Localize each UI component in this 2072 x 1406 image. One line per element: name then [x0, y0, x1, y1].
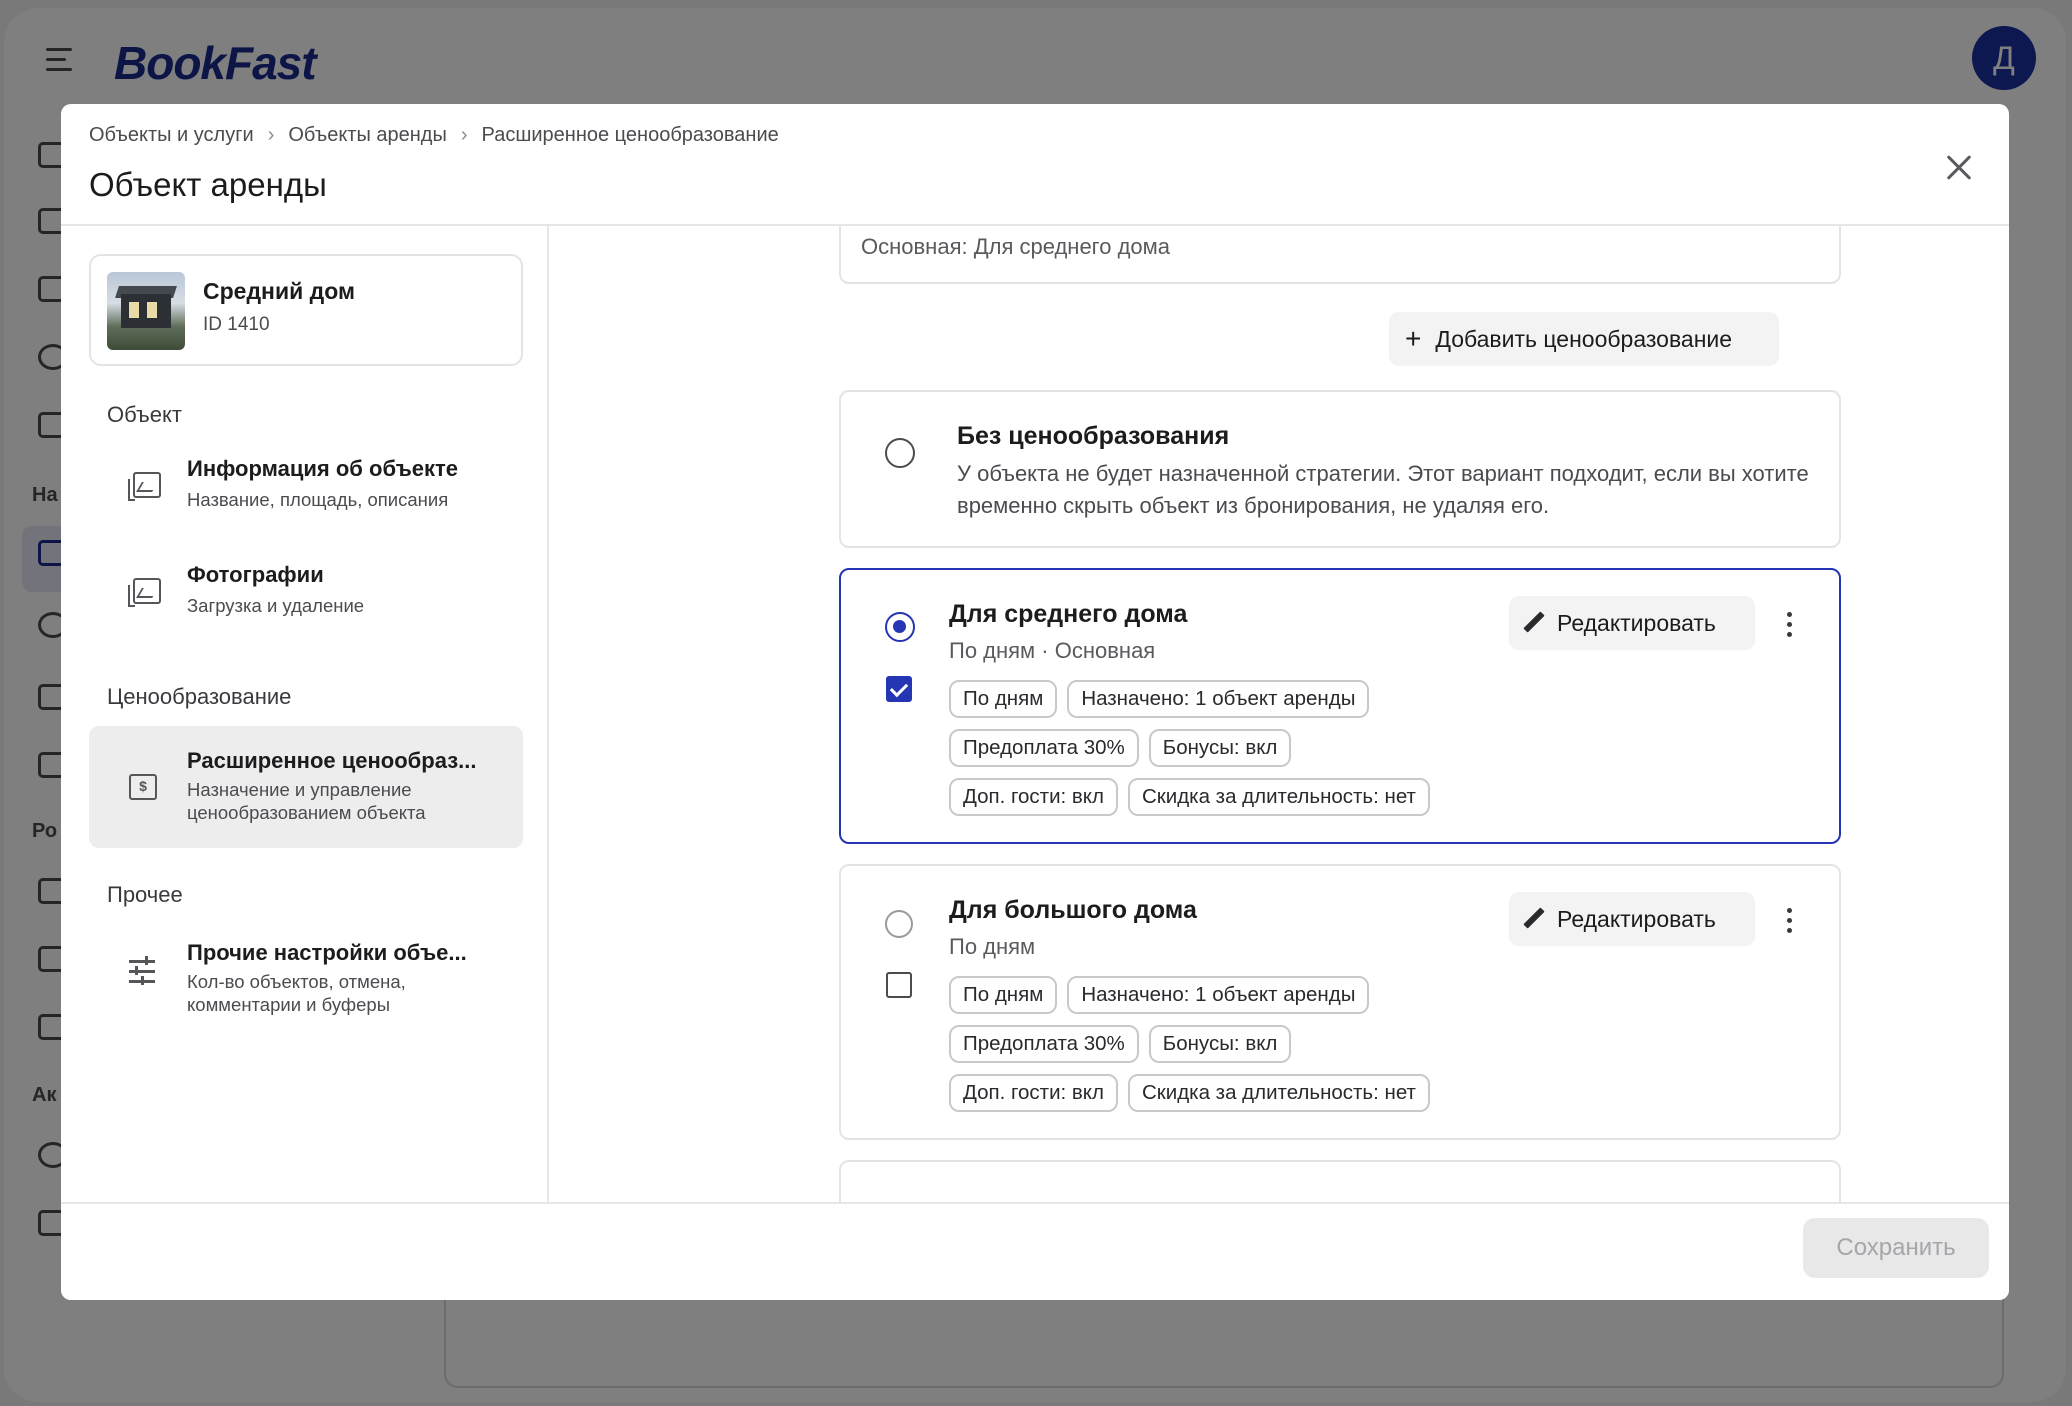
- pricing-option-title: Без ценообразования: [957, 422, 1230, 450]
- tag-row: Доп. гости: вкл Скидка за длительность: …: [949, 1074, 1430, 1112]
- edit-label: Редактировать: [1557, 609, 1716, 636]
- tag-row: Предоплата 30% Бонусы: вкл: [949, 729, 1292, 767]
- tag: Назначено: 1 объект аренды: [1067, 680, 1370, 718]
- modal-footer: Сохранить: [61, 1202, 2009, 1300]
- radio-no-pricing[interactable]: [885, 438, 915, 468]
- breadcrumb: Объекты и услуги › Объекты аренды › Расш…: [89, 124, 779, 147]
- nav-item-object-info[interactable]: Информация об объекте Название, площадь,…: [89, 438, 523, 530]
- pricing-card-subtitle: По дням: [949, 934, 1036, 959]
- pricing-card-title: Для большого дома: [949, 896, 1197, 924]
- pricing-option-description: У объекта не будет назначенной стратегии…: [957, 461, 1809, 518]
- plus-icon: +: [1405, 323, 1422, 354]
- pricing-content: Основная: Для среднего дома + Добавить ц…: [551, 226, 2009, 1202]
- nav-item-advanced-pricing[interactable]: $ Расширенное ценообраз... Назначение и …: [89, 726, 523, 848]
- radio-pricing-medium-house[interactable]: [885, 612, 915, 642]
- tag: Доп. гости: вкл: [949, 1074, 1118, 1112]
- checkbox-assign-medium-house[interactable]: [886, 676, 912, 702]
- nav-item-other-settings[interactable]: Прочие настройки объе... Кол-во объектов…: [89, 920, 523, 1036]
- tag-row: По дням Назначено: 1 объект аренды: [949, 680, 1370, 718]
- tag: Предоплата 30%: [949, 729, 1139, 767]
- nav-item-photos[interactable]: Фотографии Загрузка и удаление: [89, 544, 523, 636]
- nav-item-subtitle: Назначение и управление ценообразованием…: [187, 779, 426, 823]
- more-vertical-icon[interactable]: [1787, 908, 1793, 938]
- add-pricing-button[interactable]: + Добавить ценообразование: [1389, 312, 1779, 366]
- more-vertical-icon[interactable]: [1787, 612, 1793, 642]
- tag: Доп. гости: вкл: [949, 778, 1118, 816]
- nav-item-title: Информация об объекте: [187, 456, 459, 481]
- edit-pricing-button[interactable]: Редактировать: [1509, 892, 1755, 946]
- pricing-card-subtitle: По дням · Основная: [949, 638, 1156, 663]
- modal-title: Объект аренды: [89, 166, 327, 203]
- nav-item-title: Фотографии: [187, 562, 324, 587]
- pencil-icon: [1523, 612, 1545, 634]
- pricing-card-medium-house[interactable]: Для среднего дома По дням · Основная Ред…: [839, 568, 1841, 844]
- section-title-object: Объект: [107, 402, 182, 427]
- edit-pricing-button[interactable]: Редактировать: [1509, 596, 1755, 650]
- nav-item-title: Расширенное ценообраз...: [187, 748, 477, 773]
- pricing-card-partial[interactable]: [839, 1160, 1841, 1202]
- modal-sidebar: Средний дом ID 1410 Объект Информация об…: [61, 226, 549, 1202]
- main-pricing-field[interactable]: Основная: Для среднего дома: [839, 226, 1841, 284]
- pricing-card-title: Для среднего дома: [949, 600, 1188, 628]
- breadcrumb-item[interactable]: Объекты аренды: [288, 124, 447, 147]
- nav-item-subtitle: Загрузка и удаление: [187, 595, 365, 616]
- chevron-right-icon: ›: [460, 124, 468, 146]
- tag: Назначено: 1 объект аренды: [1067, 976, 1370, 1014]
- nav-item-title: Прочие настройки объе...: [187, 940, 467, 965]
- price-tag-icon: $: [129, 774, 157, 800]
- tag: Предоплата 30%: [949, 1025, 1139, 1063]
- edit-label: Редактировать: [1557, 905, 1716, 932]
- save-button[interactable]: Сохранить: [1803, 1218, 1989, 1278]
- tag: Скидка за длительность: нет: [1127, 1074, 1430, 1112]
- object-summary-card: Средний дом ID 1410: [89, 254, 523, 366]
- object-id: ID 1410: [203, 314, 270, 335]
- pricing-option-none[interactable]: Без ценообразования У объекта не будет н…: [839, 390, 1841, 548]
- tag-row: Доп. гости: вкл Скидка за длительность: …: [949, 778, 1430, 816]
- radio-pricing-large-house[interactable]: [885, 910, 913, 938]
- tag: Бонусы: вкл: [1148, 729, 1292, 767]
- nav-item-subtitle: Название, площадь, описания: [187, 489, 449, 510]
- tag: По дням: [949, 976, 1058, 1014]
- main-pricing-value: Основная: Для среднего дома: [861, 234, 1170, 259]
- section-title-pricing: Ценообразование: [107, 684, 292, 709]
- checkbox-assign-large-house[interactable]: [886, 972, 912, 998]
- add-pricing-label: Добавить ценообразование: [1435, 325, 1733, 352]
- tag: Скидка за длительность: нет: [1127, 778, 1430, 816]
- close-icon[interactable]: [1939, 148, 1979, 188]
- breadcrumb-item[interactable]: Объекты и услуги: [89, 124, 254, 147]
- tag: По дням: [949, 680, 1058, 718]
- chevron-right-icon: ›: [267, 124, 275, 146]
- pricing-card-large-house[interactable]: Для большого дома По дням Редактировать …: [839, 864, 1841, 1140]
- image-gallery-icon: [128, 472, 161, 501]
- tag-row: По дням Назначено: 1 объект аренды: [949, 976, 1370, 1014]
- tune-settings-icon: [129, 956, 157, 985]
- section-title-other: Прочее: [107, 882, 183, 907]
- object-thumbnail: [107, 272, 185, 350]
- rental-object-modal: Объекты и услуги › Объекты аренды › Расш…: [61, 104, 2009, 1300]
- nav-item-subtitle: Кол-во объектов, отмена, комментарии и б…: [187, 971, 406, 1015]
- pencil-icon: [1523, 908, 1545, 930]
- image-gallery-icon: [128, 578, 161, 607]
- modal-header: Объекты и услуги › Объекты аренды › Расш…: [61, 104, 2009, 226]
- tag: Бонусы: вкл: [1148, 1025, 1292, 1063]
- tag-row: Предоплата 30% Бонусы: вкл: [949, 1025, 1292, 1063]
- object-name: Средний дом: [203, 278, 355, 304]
- breadcrumb-item-current: Расширенное ценообразование: [481, 124, 779, 146]
